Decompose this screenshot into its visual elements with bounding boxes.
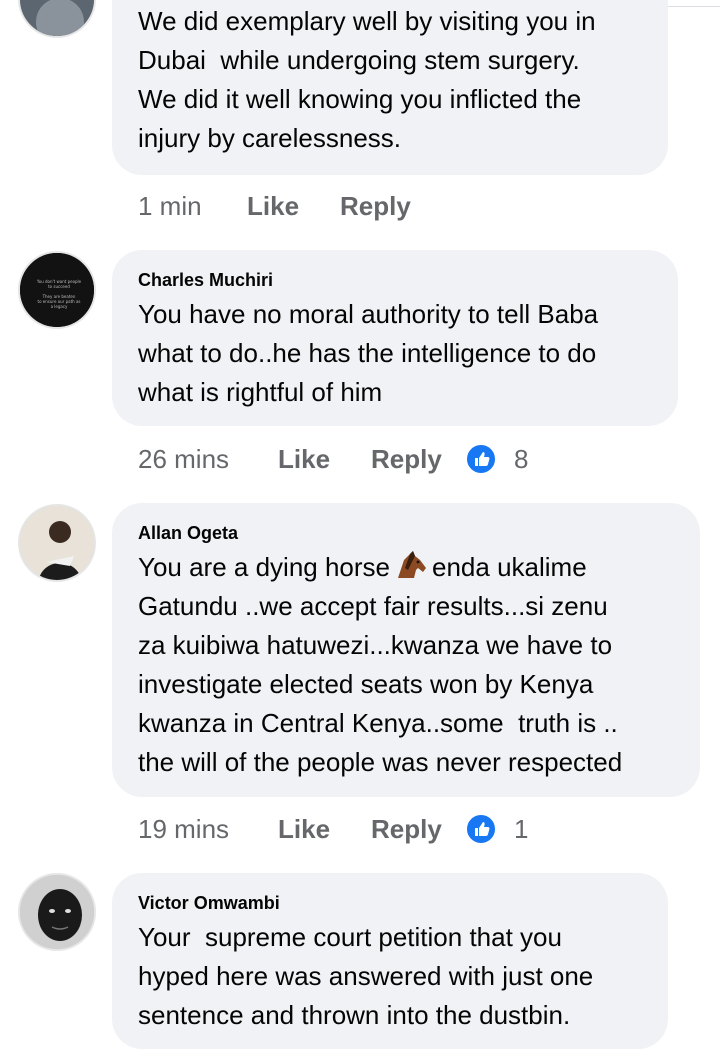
comment-timestamp: 1 min	[138, 191, 202, 221]
reaction-count[interactable]: 8	[514, 444, 528, 475]
like-button[interactable]: Like	[278, 444, 330, 475]
comment-text-line: injury by carelessness.	[138, 123, 401, 153]
comment-text-segment: You are a dying horse	[138, 552, 391, 582]
comment-text-line: the will of the people was never respect…	[138, 747, 623, 777]
svg-text:to succeed: to succeed	[48, 284, 70, 289]
avatar-photo	[20, 875, 94, 949]
comment-timestamp: 26 mins	[138, 444, 230, 474]
comment-text-line: kwanza in Central Kenya..some truth is .…	[138, 708, 618, 738]
avatar-photo: You don't want people to succeed They ar…	[20, 253, 94, 327]
avatar[interactable]	[18, 504, 96, 582]
comment-timestamp: 19 mins	[138, 814, 230, 844]
reply-button[interactable]: Reply	[371, 814, 442, 845]
comment-text-line: investigate elected seats won by Kenya	[138, 669, 594, 699]
like-button[interactable]: Like	[278, 814, 330, 845]
comment-text-segment: enda ukalime	[432, 552, 587, 582]
reply-button[interactable]: Reply	[371, 444, 442, 475]
comment-text-line: Your supreme court petition that you	[138, 922, 562, 952]
comment-author[interactable]: Allan Ogeta	[138, 523, 238, 544]
svg-text:a legacy: a legacy	[51, 304, 68, 309]
avatar-photo	[20, 0, 94, 36]
reply-button[interactable]: Reply	[340, 191, 411, 222]
thumbs-up-icon[interactable]	[465, 813, 497, 845]
comment-text-line: We did exemplary well by visiting you in	[138, 6, 596, 36]
comment-text-line: Gatundu ..we accept fair results...si ze…	[138, 591, 608, 621]
comment-author[interactable]: Charles Muchiri	[138, 270, 273, 291]
comment-text-line: sentence and thrown into the dustbin.	[138, 1000, 571, 1030]
comment-text-line: what to do..he has the intelligence to d…	[138, 338, 597, 368]
avatar[interactable]: You don't want people to succeed They ar…	[18, 251, 96, 329]
avatar-photo	[20, 506, 94, 580]
horse-face-emoji	[394, 550, 428, 591]
comment-text-line: za kuibiwa hatuwezi...kwanza we have to	[138, 630, 613, 660]
like-button[interactable]: Like	[247, 191, 299, 222]
avatar[interactable]	[18, 873, 96, 951]
reaction-count[interactable]: 1	[514, 814, 528, 845]
comment-text-line: You have no moral authority to tell Baba	[138, 299, 599, 329]
avatar[interactable]	[18, 0, 96, 38]
comment-text-line: what is rightful of him	[138, 377, 383, 407]
comment-text-line: hyped here was answered with just one	[138, 961, 594, 991]
comment-author[interactable]: Victor Omwambi	[138, 893, 280, 914]
comment-text-line: We did it well knowing you inflicted the	[138, 84, 582, 114]
thumbs-up-icon[interactable]	[465, 443, 497, 475]
comment-text-line: Dubai while undergoing stem surgery.	[138, 45, 580, 75]
comment-text-line: You are a dying horse enda ukalime	[138, 548, 587, 591]
